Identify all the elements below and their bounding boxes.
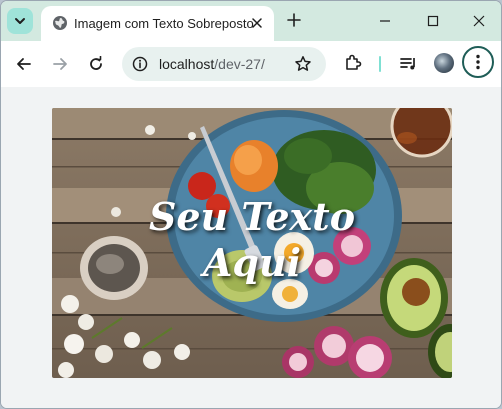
maximize-button[interactable] [421,9,445,33]
extensions-puzzle-icon[interactable] [342,52,364,74]
new-tab-button[interactable] [284,10,304,30]
overlay-line-2: Aqui [202,240,302,285]
profile-avatar[interactable] [434,53,454,73]
tab-strip: Imagem com Texto Sobreposto [1,1,501,41]
url-path: /dev-27/ [214,56,265,72]
browser-window: Imagem com Texto Sobreposto localhost/de… [0,0,502,409]
tab-search-button[interactable] [7,8,33,34]
close-icon [252,18,262,28]
forward-button[interactable] [48,52,72,76]
reload-icon [90,56,102,70]
minimize-icon [380,20,390,22]
address-bar[interactable]: localhost/dev-27/ [122,47,326,81]
page-viewport: Seu Texto Aqui [1,87,501,408]
tab-active[interactable]: Imagem com Texto Sobreposto [41,6,274,41]
plus-icon [287,13,301,27]
browser-menu-button[interactable] [462,46,494,78]
more-vertical-icon [476,54,480,70]
site-info-icon[interactable] [132,56,148,72]
reload-button[interactable] [84,52,108,76]
tab-close-button[interactable] [248,14,266,32]
arrow-left-icon [17,58,31,70]
window-close-button[interactable] [467,9,491,33]
url-host: localhost [159,56,215,72]
back-button[interactable] [12,52,36,76]
chevron-down-icon [15,18,25,24]
url-text[interactable]: localhost/dev-27/ [159,56,265,72]
arrow-right-icon [53,58,67,70]
close-icon [473,15,485,27]
hero-image: Seu Texto Aqui [52,108,452,378]
bookmark-star-icon[interactable] [294,55,312,73]
globe-icon [53,16,67,30]
overlay-line-1: Seu Texto [148,194,356,239]
toolbar-divider [379,56,381,72]
media-controls-icon[interactable] [398,53,420,75]
tab-title: Imagem com Texto Sobreposto [74,16,254,31]
overlay-text: Seu Texto Aqui [52,194,452,286]
minimize-button[interactable] [373,9,397,33]
maximize-icon [427,15,439,27]
browser-toolbar: localhost/dev-27/ [1,41,501,87]
